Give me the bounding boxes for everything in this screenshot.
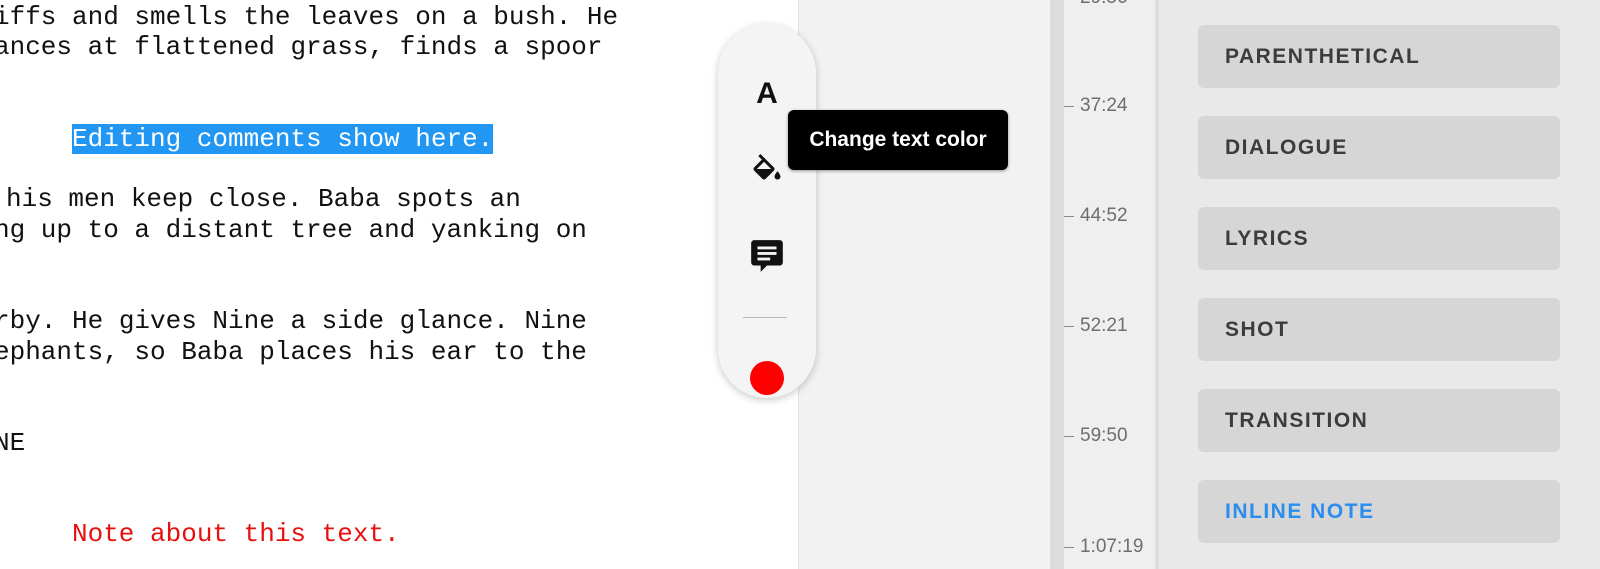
action-line[interactable]: rby. He gives Nine a side glance. Nine: [0, 306, 587, 336]
action-line[interactable]: ng up to a distant tree and yanking on: [0, 215, 587, 245]
action-line[interactable]: his men keep close. Baba spots an: [6, 184, 521, 214]
comment-button[interactable]: [718, 228, 816, 284]
element-button-parenthetical[interactable]: PARENTHETICAL: [1198, 25, 1560, 88]
element-button-dialogue[interactable]: DIALOGUE: [1198, 116, 1560, 179]
timeline-tick-label: 59:50: [1080, 425, 1128, 446]
timeline-tick-label: 37:24: [1080, 95, 1128, 116]
tooltip: Change text color: [788, 110, 1008, 170]
element-button-transition[interactable]: TRANSITION: [1198, 389, 1560, 452]
selected-text[interactable]: Editing comments show here.: [72, 124, 494, 154]
letter-a-icon: A: [756, 77, 778, 110]
action-line[interactable]: ephants, so Baba places his ear to the: [0, 337, 587, 367]
comment-icon: [751, 240, 783, 272]
editing-comment[interactable]: Editing comments show here.: [72, 124, 494, 154]
action-line[interactable]: iffs and smells the leaves on a bush. He: [0, 2, 618, 32]
timeline-tick-label: 44:52: [1080, 205, 1128, 226]
timeline-tick-label: 1:07:19: [1080, 536, 1144, 557]
page-gutter: [798, 0, 1051, 569]
element-button-lyrics[interactable]: LYRICS: [1198, 207, 1560, 270]
timeline-tick: 1:07:19: [1064, 536, 1144, 557]
element-type-panel: PARENTHETICAL DIALOGUE LYRICS SHOT TRANS…: [1159, 0, 1600, 569]
timeline-tick: 37:24: [1064, 95, 1128, 116]
timeline-tick-label: 52:21: [1080, 315, 1128, 336]
element-button-inline-note[interactable]: INLINE NOTE: [1198, 480, 1560, 543]
scene-text[interactable]: NE: [0, 428, 25, 458]
action-line[interactable]: ances at flattened grass, finds a spoor: [0, 32, 603, 62]
paint-bucket-icon: [753, 154, 781, 180]
timeline-tick-label: 29:56: [1080, 0, 1128, 9]
timeline-tick: 59:50: [1064, 425, 1128, 446]
timeline-tick: 52:21: [1064, 315, 1128, 336]
screenplay-editor: iffs and smells the leaves on a bush. He…: [0, 0, 1600, 569]
floating-toolbar: A: [718, 24, 816, 398]
timeline[interactable]: 29:56 37:24 44:52 52:21 59:50 1:07:19: [1050, 0, 1155, 569]
toolbar-divider: [743, 317, 787, 318]
red-color-dot: [750, 361, 784, 395]
timeline-tick: 44:52: [1064, 205, 1128, 226]
inline-note-text[interactable]: Note about this text.: [72, 519, 400, 549]
current-color-swatch[interactable]: [718, 350, 816, 406]
script-page[interactable]: iffs and smells the leaves on a bush. He…: [0, 0, 798, 569]
timeline-rail[interactable]: [1050, 0, 1064, 569]
element-button-shot[interactable]: SHOT: [1198, 298, 1560, 361]
timeline-tick: 29:56: [1064, 0, 1128, 8]
